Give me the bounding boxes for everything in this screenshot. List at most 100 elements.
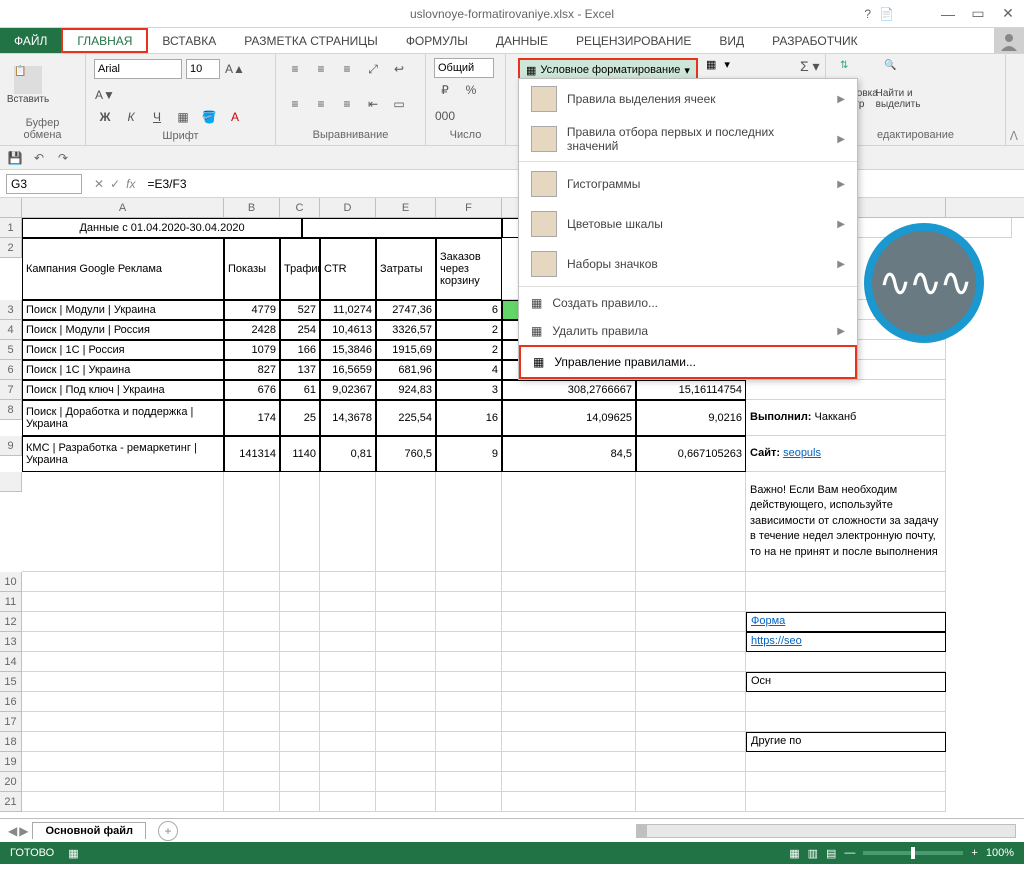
cell[interactable]: Показы bbox=[224, 238, 280, 300]
cell[interactable] bbox=[436, 472, 502, 572]
border-button[interactable]: ▦ bbox=[172, 106, 194, 128]
currency-icon[interactable]: ₽ bbox=[434, 79, 456, 101]
cell[interactable] bbox=[320, 572, 376, 592]
cell[interactable] bbox=[376, 752, 436, 772]
cell[interactable] bbox=[224, 592, 280, 612]
align-mid-icon[interactable]: ≡ bbox=[310, 58, 332, 80]
cell[interactable] bbox=[302, 218, 502, 238]
cell[interactable]: 308,2766667 bbox=[502, 380, 636, 400]
row-header[interactable]: 3 bbox=[0, 300, 22, 320]
cell[interactable] bbox=[376, 692, 436, 712]
view-break-icon[interactable]: ▤ bbox=[826, 847, 836, 860]
cell[interactable] bbox=[22, 692, 224, 712]
cell[interactable]: 924,83 bbox=[376, 380, 436, 400]
decrease-font-icon[interactable]: A▼ bbox=[94, 84, 116, 106]
cell[interactable] bbox=[636, 792, 746, 812]
cell[interactable] bbox=[436, 612, 502, 632]
cell[interactable] bbox=[636, 672, 746, 692]
zoom-level[interactable]: 100% bbox=[986, 847, 1014, 859]
cell[interactable]: Данные с 01.04.2020-30.04.2020 bbox=[22, 218, 302, 238]
cell[interactable] bbox=[502, 792, 636, 812]
cell[interactable] bbox=[636, 752, 746, 772]
tab-layout[interactable]: РАЗМЕТКА СТРАНИЦЫ bbox=[230, 28, 392, 53]
cell[interactable] bbox=[22, 612, 224, 632]
cell[interactable]: 4 bbox=[436, 360, 502, 380]
cell[interactable] bbox=[376, 712, 436, 732]
increase-font-icon[interactable]: A▲ bbox=[224, 58, 246, 80]
tab-developer[interactable]: РАЗРАБОТЧИК bbox=[758, 28, 872, 53]
cell[interactable] bbox=[320, 652, 376, 672]
cell[interactable]: 15,3846 bbox=[320, 340, 376, 360]
row-header[interactable]: 16 bbox=[0, 692, 22, 712]
cell[interactable]: 225,54 bbox=[376, 400, 436, 436]
cell[interactable]: 9,0216 bbox=[636, 400, 746, 436]
align-right-icon[interactable]: ≡ bbox=[336, 93, 358, 115]
cell[interactable] bbox=[280, 672, 320, 692]
row-header[interactable]: 4 bbox=[0, 320, 22, 340]
font-name-select[interactable]: Arial bbox=[94, 59, 182, 79]
cell[interactable] bbox=[376, 792, 436, 812]
cell[interactable]: 9 bbox=[436, 436, 502, 472]
cell[interactable] bbox=[502, 472, 636, 572]
undo-icon[interactable]: ↶ bbox=[30, 149, 48, 167]
cell[interactable] bbox=[376, 632, 436, 652]
cell[interactable]: 676 bbox=[224, 380, 280, 400]
save-icon[interactable]: 💾 bbox=[6, 149, 24, 167]
cell[interactable] bbox=[746, 792, 946, 812]
cell[interactable] bbox=[22, 572, 224, 592]
cell[interactable]: 760,5 bbox=[376, 436, 436, 472]
cell[interactable] bbox=[224, 572, 280, 592]
zoom-slider[interactable] bbox=[863, 851, 963, 855]
cell[interactable] bbox=[376, 672, 436, 692]
cell[interactable] bbox=[636, 712, 746, 732]
row-header[interactable]: 21 bbox=[0, 792, 22, 812]
cf-icon-sets[interactable]: Наборы значков▶ bbox=[519, 244, 857, 284]
cell[interactable]: 3 bbox=[436, 380, 502, 400]
cell[interactable]: 527 bbox=[280, 300, 320, 320]
cell[interactable] bbox=[376, 612, 436, 632]
row-header[interactable]: 8 bbox=[0, 400, 22, 420]
cell[interactable]: 16,5659 bbox=[320, 360, 376, 380]
cell[interactable] bbox=[280, 592, 320, 612]
cell[interactable] bbox=[280, 772, 320, 792]
cell[interactable] bbox=[280, 632, 320, 652]
cell[interactable] bbox=[746, 572, 946, 592]
cell[interactable] bbox=[224, 732, 280, 752]
cell[interactable] bbox=[746, 712, 946, 732]
cell[interactable] bbox=[280, 612, 320, 632]
bold-button[interactable]: Ж bbox=[94, 106, 116, 128]
cell[interactable] bbox=[502, 612, 636, 632]
cell[interactable] bbox=[376, 592, 436, 612]
col-header[interactable]: F bbox=[436, 198, 502, 217]
cell[interactable] bbox=[636, 652, 746, 672]
cell[interactable]: Важно! Если Вам необходим действующего, … bbox=[746, 472, 946, 572]
cell[interactable]: 0,81 bbox=[320, 436, 376, 472]
cell[interactable] bbox=[320, 732, 376, 752]
cell[interactable]: https://seo bbox=[746, 632, 946, 652]
cell[interactable] bbox=[320, 752, 376, 772]
cell[interactable] bbox=[22, 772, 224, 792]
cell[interactable] bbox=[436, 752, 502, 772]
sheet-nav[interactable]: ◀▶ bbox=[8, 824, 28, 838]
row-header[interactable]: 6 bbox=[0, 360, 22, 380]
cell[interactable] bbox=[224, 772, 280, 792]
find-select-button[interactable]: 🔍Найти и выделить bbox=[878, 58, 918, 112]
indent-dec-icon[interactable]: ⇤ bbox=[362, 93, 384, 115]
tab-formulas[interactable]: ФОРМУЛЫ bbox=[392, 28, 482, 53]
cell[interactable] bbox=[320, 672, 376, 692]
cell[interactable] bbox=[280, 712, 320, 732]
cell[interactable]: 681,96 bbox=[376, 360, 436, 380]
cell[interactable]: Форма bbox=[746, 612, 946, 632]
row-header[interactable]: 5 bbox=[0, 340, 22, 360]
align-bot-icon[interactable]: ≡ bbox=[336, 58, 358, 80]
comma-icon[interactable]: 000 bbox=[434, 105, 456, 127]
cell[interactable] bbox=[320, 792, 376, 812]
macro-icon[interactable]: ▦ bbox=[68, 847, 78, 860]
italic-button[interactable]: К bbox=[120, 106, 142, 128]
zoom-out-icon[interactable]: — bbox=[844, 847, 855, 859]
cell[interactable]: 1079 bbox=[224, 340, 280, 360]
cell[interactable] bbox=[636, 572, 746, 592]
cell[interactable] bbox=[224, 752, 280, 772]
cell[interactable] bbox=[636, 472, 746, 572]
cell[interactable] bbox=[320, 712, 376, 732]
